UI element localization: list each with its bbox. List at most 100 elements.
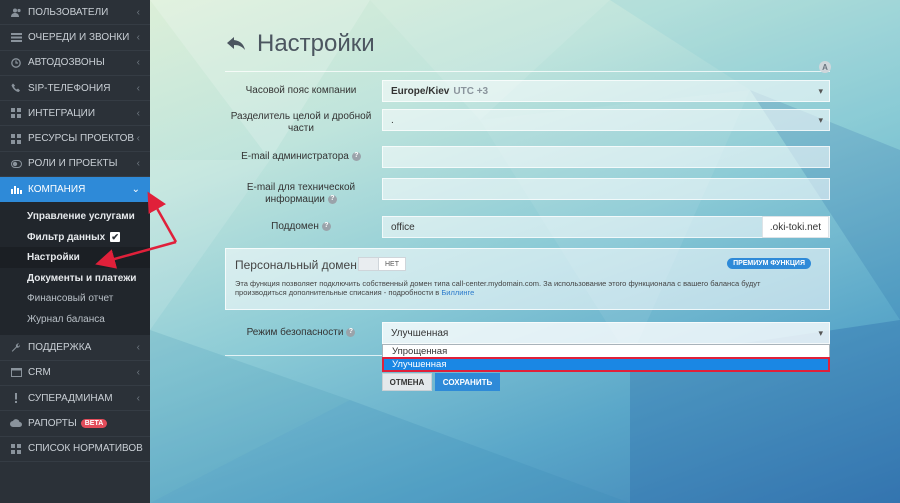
- security-option-simple[interactable]: Упрощенная: [383, 345, 829, 358]
- subdomain-row: Поддомен? office .oki-toki.net: [225, 216, 830, 238]
- sidebar-item-reports[interactable]: Рапорты beta: [0, 411, 150, 437]
- sidebar-item-company[interactable]: Компания ⌄: [0, 177, 150, 203]
- subdomain-label: Поддомен?: [225, 221, 377, 233]
- subdomain-label-text: Поддомен: [271, 221, 319, 232]
- users-icon: [10, 7, 22, 17]
- admin-email-label-text: E-mail администратора: [241, 151, 349, 162]
- toggle-icon: [10, 159, 22, 169]
- chevron-left-icon: ‹: [136, 158, 140, 170]
- chevron-down-icon: ▾: [818, 85, 823, 96]
- back-arrow-icon[interactable]: [225, 33, 247, 55]
- tech-email-label-text: E-mail для технической информации: [246, 182, 356, 205]
- security-row: Режим безопасности? Улучшенная ▾: [225, 322, 830, 344]
- admin-email-field[interactable]: [382, 146, 830, 168]
- help-icon[interactable]: ?: [327, 194, 337, 204]
- separator-row: Разделитель целой и дробной части . ▾: [225, 109, 830, 134]
- save-button[interactable]: Сохранить: [435, 373, 500, 391]
- premium-badge: Премиум функция: [727, 258, 811, 269]
- billing-link[interactable]: Биллинге: [441, 288, 474, 297]
- sidebar-item-resources[interactable]: Ресурсы проектов ‹: [0, 126, 150, 152]
- admin-email-label: E-mail администратора?: [225, 151, 377, 163]
- separator-value: .: [391, 114, 394, 126]
- description-text: Эта функция позволяет подключить собстве…: [235, 279, 761, 297]
- submenu-item-label: Документы и платежи: [27, 272, 137, 284]
- wrench-icon: [10, 342, 22, 353]
- sidebar-item-label: Поддержка: [28, 342, 92, 354]
- collapse-badge[interactable]: A: [819, 61, 831, 73]
- sidebar-item-support[interactable]: Поддержка ‹: [0, 335, 150, 361]
- separator-select[interactable]: . ▾: [382, 109, 830, 131]
- page-title: Настройки: [257, 30, 375, 57]
- cloud-icon: [10, 418, 22, 428]
- chevron-down-icon: ⌄: [131, 183, 140, 195]
- chevron-left-icon: ‹: [136, 107, 140, 119]
- sidebar-item-label: Роли и проекты: [28, 158, 118, 170]
- submenu-item-label: Фильтр данных: [27, 231, 106, 243]
- toggle-knob: [359, 258, 379, 270]
- sidebar-item-label: Автодозвоны: [28, 57, 105, 69]
- sidebar-item-sip[interactable]: SIP-телефония ‹: [0, 76, 150, 102]
- help-icon[interactable]: ?: [321, 221, 331, 231]
- list-icon: [10, 32, 22, 42]
- timezone-value: Europe/Kiev: [391, 85, 450, 97]
- security-dropdown: Упрощенная Улучшенная: [382, 344, 830, 372]
- checkbox-checked-icon[interactable]: ✔: [110, 232, 121, 243]
- separator-label: Разделитель целой и дробной части: [230, 111, 372, 134]
- chevron-left-icon: ‹: [136, 6, 140, 18]
- submenu-item-documents[interactable]: Документы и платежи: [0, 268, 150, 289]
- sidebar-item-queues[interactable]: Очереди и звонки ‹: [0, 25, 150, 51]
- submenu-item-balance-log[interactable]: Журнал баланса: [0, 309, 150, 330]
- security-label-text: Режим безопасности: [246, 327, 344, 338]
- chevron-left-icon: ‹: [136, 342, 140, 354]
- cancel-button[interactable]: Отмена: [382, 373, 432, 391]
- submenu-item-label: Управление услугами: [27, 211, 135, 223]
- beta-badge: beta: [80, 418, 108, 428]
- subdomain-field[interactable]: office .oki-toki.net: [382, 216, 830, 238]
- grid-icon: [10, 443, 22, 454]
- admin-email-row: E-mail администратора?: [225, 146, 830, 168]
- tech-email-field[interactable]: [382, 178, 830, 200]
- chevron-down-icon: ▾: [818, 114, 823, 125]
- phone-icon: [10, 83, 22, 93]
- sidebar-item-roles[interactable]: Роли и проекты ‹: [0, 152, 150, 178]
- sidebar-item-norms[interactable]: Список нормативов: [0, 437, 150, 462]
- security-label: Режим безопасности?: [225, 327, 377, 339]
- grid-icon: [10, 108, 22, 119]
- clock-icon: [10, 57, 22, 68]
- sidebar-item-label: Список нормативов: [28, 443, 143, 455]
- help-icon[interactable]: ?: [351, 151, 361, 161]
- timezone-utc: UTC +3: [453, 85, 489, 97]
- chevron-left-icon: ‹: [136, 31, 140, 43]
- chevron-left-icon: ‹: [136, 133, 140, 145]
- chevron-left-icon: ‹: [136, 367, 140, 379]
- submenu-item-finance-report[interactable]: Финансовый отчет: [0, 288, 150, 309]
- submenu-item-services[interactable]: Управление услугами: [0, 206, 150, 227]
- sidebar-item-label: Очереди и звонки: [28, 31, 130, 43]
- security-option-improved[interactable]: Улучшенная: [382, 357, 830, 372]
- submenu-item-settings[interactable]: Настройки: [0, 247, 150, 268]
- sidebar: Пользователи ‹ Очереди и звонки ‹ Автодо…: [0, 0, 150, 503]
- timezone-select[interactable]: Europe/Kiev UTC +3 ▾: [382, 80, 830, 102]
- company-submenu: Управление услугами Фильтр данных ✔ Настр…: [0, 202, 150, 336]
- sidebar-item-label: Ресурсы проектов: [28, 133, 135, 145]
- personal-domain-toggle[interactable]: НЕТ: [358, 257, 406, 271]
- sidebar-item-integrations[interactable]: Интеграции ‹: [0, 101, 150, 127]
- toggle-label: НЕТ: [385, 260, 399, 268]
- security-select[interactable]: Улучшенная ▾: [382, 322, 830, 344]
- help-icon[interactable]: ?: [346, 327, 356, 337]
- sidebar-item-crm[interactable]: CRM ‹: [0, 361, 150, 386]
- submenu-item-data-filter[interactable]: Фильтр данных ✔: [0, 227, 150, 248]
- sidebar-item-label: Рапорты: [28, 417, 77, 429]
- main-content: Настройки A Часовой пояс компании Europe…: [150, 0, 900, 503]
- personal-domain-panel: Персональный домен НЕТ Премиум функция Э…: [225, 248, 830, 310]
- sidebar-item-superadmin[interactable]: Суперадминам ‹: [0, 386, 150, 412]
- personal-domain-description: Эта функция позволяет подключить собстве…: [235, 279, 795, 297]
- sidebar-item-users[interactable]: Пользователи ‹: [0, 0, 150, 26]
- timezone-row: Часовой пояс компании Europe/Kiev UTC +3…: [225, 80, 830, 102]
- personal-domain-title: Персональный домен: [235, 258, 357, 272]
- subdomain-suffix: .oki-toki.net: [761, 216, 829, 238]
- tech-email-row: E-mail для технической информации?: [225, 178, 830, 205]
- sidebar-item-autodial[interactable]: Автодозвоны ‹: [0, 51, 150, 76]
- sidebar-item-label: Интеграции: [28, 107, 96, 119]
- crm-icon: [10, 368, 22, 378]
